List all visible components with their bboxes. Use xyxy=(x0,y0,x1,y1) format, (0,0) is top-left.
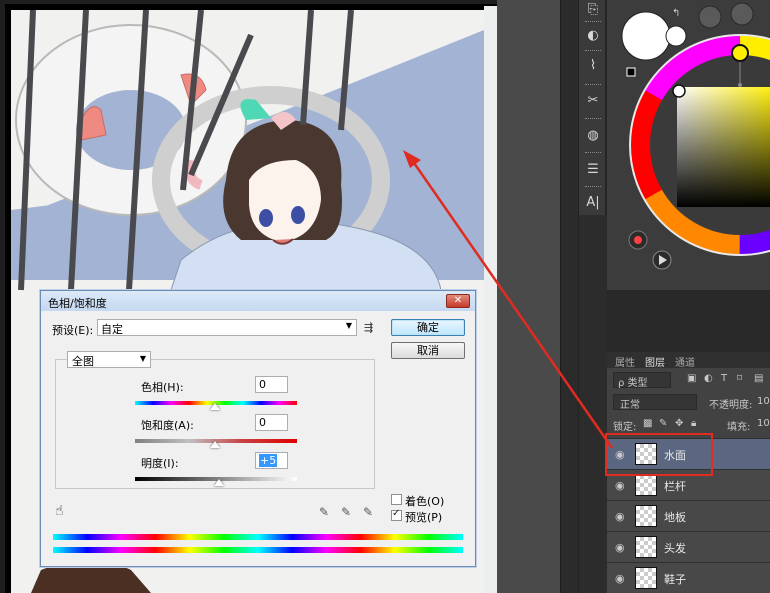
annotation-overlay xyxy=(403,150,713,476)
